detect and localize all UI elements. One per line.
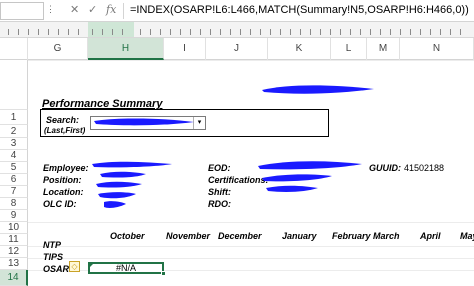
month-october: October: [110, 231, 145, 241]
name-box-dropdown-icon[interactable]: ⋮: [46, 4, 55, 15]
row-header-4[interactable]: 4: [0, 150, 28, 162]
metric-tips: TIPS: [43, 252, 64, 262]
redaction-mark: [262, 85, 374, 94]
ruler: [0, 22, 474, 38]
metric-ntp: NTP: [43, 240, 61, 250]
location-label: Location:: [43, 187, 84, 197]
position-label: Position:: [43, 175, 82, 185]
row-header-2[interactable]: 2: [0, 125, 28, 138]
error-warning-icon[interactable]: ◇: [69, 261, 80, 272]
row-header-8[interactable]: 8: [0, 198, 28, 210]
row-header-10[interactable]: 10: [0, 222, 28, 234]
column-header-h[interactable]: H: [88, 38, 164, 60]
column-header-k[interactable]: K: [268, 38, 331, 60]
cancel-formula-icon[interactable]: ✕: [70, 3, 79, 17]
search-label: Search:: [46, 115, 80, 125]
redaction-mark: [94, 118, 194, 126]
active-cell-h14[interactable]: #N/A: [88, 262, 166, 276]
row-header-6[interactable]: 6: [0, 174, 28, 186]
month-march: March: [373, 231, 400, 241]
month-december: December: [218, 231, 262, 241]
row-header-1[interactable]: 1: [0, 110, 28, 125]
row-header-7[interactable]: 7: [0, 186, 28, 198]
ruler-selection-highlight: [88, 22, 134, 37]
search-hint: (Last,First): [44, 126, 86, 135]
row-header-9[interactable]: 9: [0, 210, 28, 222]
row-header-13[interactable]: 13: [0, 258, 28, 270]
column-header-g[interactable]: G: [28, 38, 88, 60]
row-header-11[interactable]: 11: [0, 234, 28, 246]
row-header-5[interactable]: 5: [0, 162, 28, 174]
month-november: November: [166, 231, 211, 241]
row-header-3[interactable]: 3: [0, 138, 28, 150]
insert-function-icon[interactable]: fx: [106, 3, 116, 17]
eod-label: EOD:: [208, 163, 231, 173]
shift-label: Shift:: [208, 187, 231, 197]
guuid-label: GUUID:: [369, 163, 401, 173]
active-cell-value: #N/A: [115, 263, 136, 273]
redaction-mark: [92, 161, 172, 208]
formula-bar: ⋮ ✕ ✓ fx =INDEX(OSARP!L6:L466,MATCH(Summ…: [0, 0, 474, 22]
formula-bar-divider: [123, 3, 124, 19]
fill-handle[interactable]: [161, 271, 166, 276]
column-header-l[interactable]: L: [331, 38, 367, 60]
column-headers: G H I J K L M N: [0, 38, 474, 60]
formula-input[interactable]: =INDEX(OSARP!L6:L466,MATCH(Summary!N5,OS…: [130, 4, 469, 16]
guuid-value: 41502188: [404, 163, 445, 173]
enter-formula-icon[interactable]: ✓: [88, 3, 97, 17]
olc-id-label: OLC ID:: [43, 199, 77, 209]
rdo-label: RDO:: [208, 199, 231, 209]
month-february: February: [332, 231, 371, 241]
column-header-i[interactable]: I: [164, 38, 206, 60]
redaction-mark: [258, 161, 362, 192]
name-box[interactable]: [0, 2, 44, 20]
column-header-m[interactable]: M: [367, 38, 400, 60]
row-header-12[interactable]: 12: [0, 246, 28, 258]
month-april: April: [420, 231, 441, 241]
month-january: January: [282, 231, 317, 241]
column-header-n[interactable]: N: [400, 38, 474, 60]
month-may: May: [460, 231, 474, 241]
employee-label: Employee:: [43, 163, 89, 173]
select-all-corner[interactable]: [0, 38, 28, 60]
row-header-blank: [0, 60, 28, 110]
column-header-j[interactable]: J: [206, 38, 268, 60]
row-header-14[interactable]: 14: [0, 270, 28, 286]
error-indicator-triangle: [89, 263, 94, 268]
